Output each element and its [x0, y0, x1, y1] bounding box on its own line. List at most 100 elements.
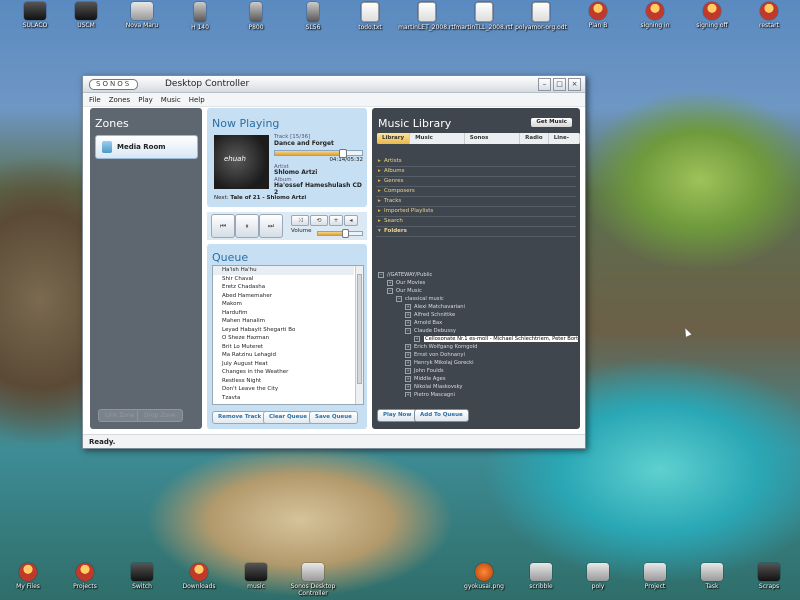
- expand-icon[interactable]: +: [405, 303, 411, 310]
- tree-node[interactable]: + Ernst von Dohnanyi: [376, 351, 578, 359]
- category-genres[interactable]: ▸ Genres: [376, 177, 576, 187]
- queue-item[interactable]: Mahen Hanalim: [213, 317, 354, 326]
- tree-node[interactable]: + Pietro Mascagni: [376, 391, 578, 397]
- expand-icon[interactable]: +: [405, 383, 411, 390]
- tree-node[interactable]: + Henryk Mikolaj Gorecki: [376, 359, 578, 367]
- add-to-queue-button[interactable]: Add To Queue: [414, 409, 469, 422]
- queue-item[interactable]: Eretz Chadasha: [213, 283, 354, 292]
- category-search[interactable]: ▸ Search: [376, 217, 576, 227]
- collapse-icon[interactable]: −: [396, 295, 402, 302]
- category-tracks[interactable]: ▸ Tracks: [376, 197, 576, 207]
- menu-help[interactable]: Help: [189, 96, 205, 104]
- queue-item[interactable]: Brit Lo Muteret: [213, 343, 354, 352]
- tree-node[interactable]: + Alexi Matchavariani: [376, 303, 578, 311]
- queue-item[interactable]: Changes in the Weather: [213, 368, 354, 377]
- tree-node[interactable]: + John Foulds: [376, 367, 578, 375]
- link-zone-button[interactable]: Link Zone: [98, 409, 142, 422]
- category-imported-playlists[interactable]: ▸ Imported Playlists: [376, 207, 576, 217]
- collapse-icon[interactable]: −: [387, 287, 393, 294]
- queue-item[interactable]: Ma Ratzinu Lehagid: [213, 351, 354, 360]
- volume-slider[interactable]: [317, 229, 363, 238]
- pause-button[interactable]: ⏸: [235, 214, 259, 238]
- menu-file[interactable]: File: [89, 96, 101, 104]
- menu-zones[interactable]: Zones: [109, 96, 130, 104]
- expand-icon[interactable]: +: [387, 279, 393, 286]
- menu-music[interactable]: Music: [161, 96, 181, 104]
- category-label: Imported Playlists: [384, 208, 434, 214]
- expand-icon[interactable]: +: [405, 351, 411, 358]
- clear-queue-button[interactable]: Clear Queue: [263, 411, 313, 424]
- queue-item[interactable]: Ha'ish Ha'hu: [213, 266, 354, 275]
- tab-radio[interactable]: Radio: [520, 133, 549, 144]
- maximize-button[interactable]: □: [553, 78, 566, 91]
- document-icon: [532, 2, 550, 22]
- category-composers[interactable]: ▸ Composers: [376, 187, 576, 197]
- crossfade-button[interactable]: +: [329, 215, 343, 226]
- tree-node-label: Our Movies: [396, 280, 426, 286]
- queue-item[interactable]: Hardufim: [213, 309, 354, 318]
- track-progress-bar[interactable]: [274, 149, 363, 158]
- expand-icon[interactable]: +: [405, 375, 411, 382]
- tree-node[interactable]: − classical music: [376, 295, 578, 303]
- tree-node[interactable]: + Alfred Schnittke: [376, 311, 578, 319]
- category-folders[interactable]: ▾ Folders: [376, 227, 576, 237]
- queue-item[interactable]: O Sheze Hazman: [213, 334, 354, 343]
- progress-handle[interactable]: [338, 149, 347, 158]
- expand-icon[interactable]: +: [414, 335, 420, 342]
- save-queue-button[interactable]: Save Queue: [309, 411, 358, 424]
- queue-item[interactable]: July August Heat: [213, 360, 354, 369]
- queue-item[interactable]: Makom: [213, 300, 354, 309]
- expand-icon[interactable]: +: [405, 319, 411, 326]
- queue-item[interactable]: Restless Night: [213, 377, 354, 386]
- collapse-icon[interactable]: −: [405, 327, 411, 334]
- close-button[interactable]: ×: [568, 78, 581, 91]
- tree-node[interactable]: −//GATEWAY/Public: [376, 271, 578, 279]
- queue-item[interactable]: Shir Chaval: [213, 275, 354, 284]
- tab-library[interactable]: Library: [377, 133, 411, 144]
- tree-node[interactable]: + Erich Wolfgang Korngold: [376, 343, 578, 351]
- tab-line-in[interactable]: Line-In: [549, 133, 580, 144]
- category-artists[interactable]: ▸ Artists: [376, 157, 576, 167]
- expand-icon[interactable]: +: [405, 311, 411, 318]
- scrollbar-thumb[interactable]: [357, 274, 362, 384]
- next-track-button[interactable]: ⏭: [259, 214, 283, 238]
- tree-node[interactable]: + Middle Ages: [376, 375, 578, 383]
- desktop-icon[interactable]: restart: [734, 2, 800, 29]
- menu-play[interactable]: Play: [138, 96, 153, 104]
- minimize-button[interactable]: –: [538, 78, 551, 91]
- title-bar[interactable]: SONOS Desktop Controller – □ ×: [83, 76, 585, 93]
- volume-handle[interactable]: [342, 229, 350, 238]
- queue-item[interactable]: Leyad Habayit Shegarti Bo: [213, 326, 354, 335]
- tree-node[interactable]: + Cellosonate Nr.1 es-moll - Michael Schl…: [376, 335, 578, 343]
- collapse-icon[interactable]: −: [378, 271, 384, 278]
- category-albums[interactable]: ▸ Albums: [376, 167, 576, 177]
- queue-item[interactable]: Abed Hamemaher: [213, 292, 354, 301]
- expand-icon[interactable]: +: [405, 391, 411, 397]
- repeat-button[interactable]: ⟲: [310, 215, 328, 226]
- tree-node[interactable]: + Our Movies: [376, 279, 578, 287]
- tab-music-services[interactable]: Music Services: [410, 133, 465, 144]
- desktop-icon[interactable]: Sonos Desktop Controller: [278, 563, 348, 597]
- shuffle-button[interactable]: ⤨: [291, 215, 309, 226]
- play-now-button[interactable]: Play Now: [377, 409, 418, 422]
- queue-item[interactable]: Don't Leave the City: [213, 385, 354, 394]
- tree-node[interactable]: + Nikolai Miaskovsky: [376, 383, 578, 391]
- get-music-button[interactable]: Get Music: [531, 118, 572, 127]
- app-icon: [646, 2, 664, 20]
- queue-scrollbar[interactable]: [355, 266, 363, 404]
- tab-sonos-playlists[interactable]: Sonos Playlists: [465, 133, 521, 144]
- tree-node[interactable]: − Claude Debussy: [376, 327, 578, 335]
- folder-icon: [19, 563, 37, 581]
- expand-icon[interactable]: +: [405, 343, 411, 350]
- drop-zone-button[interactable]: Drop Zone: [137, 409, 183, 422]
- mute-button[interactable]: ◂: [344, 215, 358, 226]
- expand-icon[interactable]: +: [405, 359, 411, 366]
- tree-node[interactable]: + Arnold Bax: [376, 319, 578, 327]
- remove-track-button[interactable]: Remove Track: [212, 411, 268, 424]
- queue-item[interactable]: Tzavta: [213, 394, 354, 403]
- desktop-icon[interactable]: Scraps: [734, 563, 800, 590]
- tree-node[interactable]: − Our Music: [376, 287, 578, 295]
- previous-track-button[interactable]: ⏮: [211, 214, 235, 238]
- zone-media-room[interactable]: Media Room: [95, 135, 198, 159]
- expand-icon[interactable]: +: [405, 367, 411, 374]
